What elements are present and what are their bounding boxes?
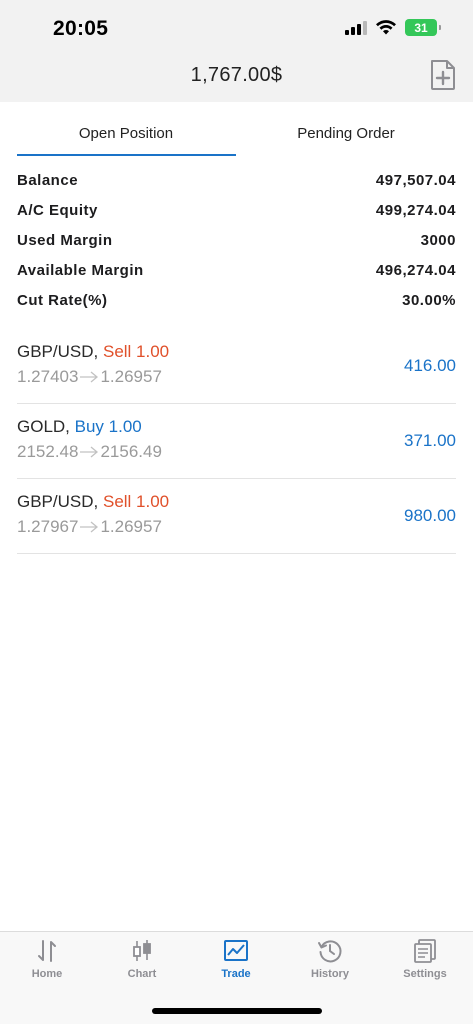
current-price: 2156.49 bbox=[100, 442, 162, 461]
position-row[interactable]: GBP/USD, Sell 1.00 1.27403 1.26957 416.0… bbox=[17, 329, 456, 404]
summary-value: 499,274.04 bbox=[375, 202, 456, 219]
summary-row-available-margin: Available Margin 496,274.04 bbox=[17, 262, 456, 292]
position-profit: 416.00 bbox=[404, 356, 456, 375]
summary-value: 496,274.04 bbox=[375, 262, 456, 279]
position-title: GBP/USD, Sell 1.00 bbox=[17, 342, 169, 362]
settings-document-icon bbox=[414, 939, 436, 963]
current-price: 1.26957 bbox=[100, 517, 162, 536]
home-indicator bbox=[152, 1008, 322, 1014]
summary-row-equity: A/C Equity 499,274.04 bbox=[17, 202, 456, 232]
summary-row-used-margin: Used Margin 3000 bbox=[17, 232, 456, 262]
summary-value: 30.00% bbox=[402, 292, 456, 309]
position-title: GOLD, Buy 1.00 bbox=[17, 417, 142, 437]
tab-open-position[interactable]: Open Position bbox=[16, 125, 236, 142]
arrow-right-icon bbox=[80, 446, 99, 458]
nav-label: Home bbox=[31, 968, 63, 980]
add-document-icon[interactable] bbox=[429, 59, 457, 91]
position-prices: 2152.48 2156.49 bbox=[17, 442, 162, 462]
position-profit: 371.00 bbox=[404, 431, 456, 450]
summary-label: A/C Equity bbox=[17, 202, 98, 219]
open-price: 1.27403 bbox=[17, 367, 79, 386]
summary-label: Cut Rate(%) bbox=[17, 292, 108, 309]
status-time: 20:05 bbox=[53, 17, 109, 40]
arrow-right-icon bbox=[80, 371, 99, 383]
battery-icon: 31 bbox=[405, 19, 441, 36]
position-side: Buy 1.00 bbox=[74, 417, 142, 436]
summary-label: Used Margin bbox=[17, 232, 113, 249]
position-side: Sell 1.00 bbox=[102, 342, 170, 361]
history-icon bbox=[318, 940, 342, 963]
position-symbol: GBP/USD, bbox=[17, 492, 99, 511]
open-price: 1.27967 bbox=[17, 517, 79, 536]
page-title: 1,767.00$ bbox=[190, 64, 283, 86]
tab-pending-order[interactable]: Pending Order bbox=[236, 125, 456, 142]
nav-label: History bbox=[311, 968, 349, 980]
position-row[interactable]: GOLD, Buy 1.00 2152.48 2156.49 371.00 bbox=[17, 404, 456, 479]
status-icons: 31 bbox=[345, 19, 441, 36]
position-side: Sell 1.00 bbox=[102, 492, 170, 511]
candlestick-icon bbox=[133, 940, 151, 961]
nav-trade[interactable]: Trade bbox=[189, 938, 283, 980]
account-summary: Balance 497,507.04 A/C Equity 499,274.04… bbox=[17, 172, 456, 322]
position-prices: 1.27967 1.26957 bbox=[17, 517, 162, 537]
current-price: 1.26957 bbox=[100, 367, 162, 386]
nav-label: Settings bbox=[403, 968, 447, 980]
position-prices: 1.27403 1.26957 bbox=[17, 367, 162, 387]
position-row[interactable]: GBP/USD, Sell 1.00 1.27967 1.26957 980.0… bbox=[17, 479, 456, 554]
summary-label: Balance bbox=[17, 172, 79, 189]
nav-home[interactable]: Home bbox=[0, 938, 94, 980]
position-symbol: GOLD, bbox=[17, 417, 70, 436]
tab-bar: Open Position Pending Order bbox=[0, 102, 473, 158]
nav-label: Trade bbox=[221, 968, 251, 980]
summary-row-balance: Balance 497,507.04 bbox=[17, 172, 456, 202]
positions-list: GBP/USD, Sell 1.00 1.27403 1.26957 416.0… bbox=[17, 329, 456, 554]
nav-label: Chart bbox=[127, 968, 157, 980]
summary-value: 497,507.04 bbox=[375, 172, 456, 189]
summary-value: 3000 bbox=[420, 232, 456, 249]
wifi-icon bbox=[376, 19, 396, 34]
nav-settings[interactable]: Settings bbox=[378, 938, 472, 980]
nav-chart[interactable]: Chart bbox=[95, 938, 189, 980]
cellular-signal-icon bbox=[345, 20, 367, 35]
arrow-right-icon bbox=[80, 521, 99, 533]
position-symbol: GBP/USD, bbox=[17, 342, 99, 361]
position-profit: 980.00 bbox=[404, 506, 456, 525]
active-tab-indicator bbox=[17, 154, 236, 156]
battery-level: 31 bbox=[414, 20, 428, 35]
top-bar: 20:05 31 1,767.00$ bbox=[0, 0, 473, 102]
position-title: GBP/USD, Sell 1.00 bbox=[17, 492, 169, 512]
trade-chart-icon bbox=[224, 940, 248, 961]
nav-history[interactable]: History bbox=[283, 938, 377, 980]
open-price: 2152.48 bbox=[17, 442, 79, 461]
sort-arrows-icon bbox=[38, 940, 56, 962]
summary-label: Available Margin bbox=[17, 262, 144, 279]
summary-row-cut-rate: Cut Rate(%) 30.00% bbox=[17, 292, 456, 322]
